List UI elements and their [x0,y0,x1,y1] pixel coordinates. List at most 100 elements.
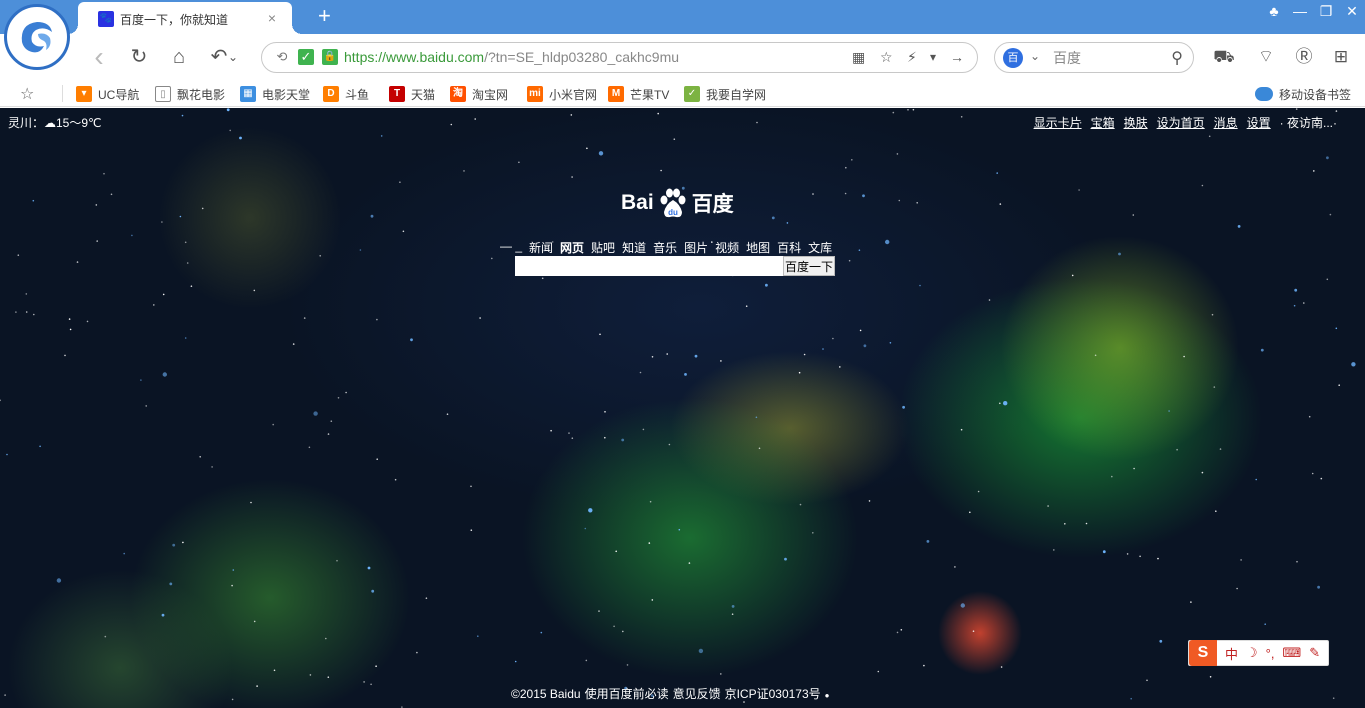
top-link[interactable]: 宝箱 [1091,114,1115,131]
tab-baidu[interactable]: 🐾 百度一下，你就知道 × [68,2,302,34]
nav-link[interactable]: 音乐 [653,239,677,256]
address-bar[interactable]: ⟲ ✓ 🔒 https://www.baidu.com/?tn=SE_hldp0… [261,42,978,73]
minimize-button[interactable]: — [1287,0,1313,24]
star [798,371,801,374]
car-icon[interactable]: ⛟ [1212,46,1236,68]
bookmarks-divider [62,85,63,102]
nav-link[interactable]: 图片 [684,239,708,256]
bookmark-item[interactable]: ✓ 我要自学网 [684,84,766,104]
star [923,664,925,667]
speed-mode-icon[interactable]: ⚡ [907,49,917,65]
ime-settings-icon[interactable]: ✎ [1309,645,1320,661]
footer-link[interactable]: 意见反馈 [673,687,721,701]
bookmark-label: 我要自学网 [706,87,767,102]
nav-link[interactable]: 知道 [622,239,646,256]
security-shield-icon[interactable]: Ⓡ [1292,46,1316,68]
star [1236,587,1238,590]
top-link[interactable]: 设为首页 [1157,114,1205,131]
qr-code-icon[interactable]: ▦ [852,49,865,65]
top-link[interactable]: 显示卡片 [1034,114,1082,131]
star [571,176,573,178]
weather-widget[interactable]: 灵川：☁15～9℃ [8,114,102,131]
star [96,240,98,242]
star [1111,475,1113,478]
star [336,559,338,562]
bookmark-item[interactable]: D 斗鱼 [323,84,369,104]
search-icon[interactable]: ⚲ [1171,48,1183,68]
restore-button[interactable]: ❐ [1313,0,1339,24]
bookmark-star-icon[interactable]: ☆ [880,49,893,65]
bookmark-favicon-icon: ▯ [155,86,171,102]
apps-grid-icon[interactable]: ⊞ [1329,46,1353,68]
close-window-button[interactable]: ✕ [1339,0,1365,24]
sogou-logo-icon[interactable]: S [1189,640,1217,666]
refresh-button[interactable]: ↻ [126,44,152,70]
star [1078,189,1080,191]
star [184,337,187,339]
star [907,109,909,111]
footer-link[interactable]: 京ICP证030173号 [725,687,821,701]
nav-link[interactable]: 新闻 [529,239,553,256]
undo-dropdown-icon[interactable]: ⌄ [226,44,240,70]
ime-moon-icon[interactable]: ☽ [1246,645,1258,661]
baidu-search-button[interactable]: 百度一下 [783,256,835,276]
bookmark-item[interactable]: 淘淘宝网 [450,84,508,104]
star [1102,550,1106,554]
nav-link[interactable]: — _ [500,239,522,256]
home-button[interactable]: ⌂ [166,44,192,70]
nav-link[interactable]: 贴吧 [591,239,615,256]
top-link-extra[interactable]: · 夜访南...· [1280,114,1337,131]
bookmark-item[interactable]: ▦ 电影天堂 [240,84,310,104]
star [25,293,28,295]
star [1146,679,1148,682]
nav-link[interactable]: 地图 [746,239,770,256]
star [571,437,574,440]
skin-icon[interactable]: ♣ [1261,0,1287,24]
police-badge-icon[interactable]: ● [825,691,830,700]
back-button[interactable]: ‹ [86,43,112,71]
baidu-search-input[interactable] [515,256,783,276]
bookmark-item[interactable]: ▾ UC导航 [76,84,139,104]
nav-link[interactable]: 视频 [715,239,739,256]
nav-link[interactable]: 文库 [808,239,832,256]
footer-link[interactable]: 使用百度前必读 [585,687,669,701]
wifi-icon[interactable]: ⌔ [1254,46,1278,68]
star [253,620,256,623]
star [731,613,734,615]
top-link[interactable]: 消息 [1214,114,1238,131]
tab-close-icon[interactable]: × [268,10,276,26]
search-input[interactable] [1053,48,1161,68]
star [76,261,79,263]
top-link[interactable]: 设置 [1247,114,1271,131]
ime-keyboard-icon[interactable]: ⌨ [1282,645,1301,661]
nav-link[interactable]: 百科 [777,239,801,256]
secure-lock-icon[interactable]: 🔒 [322,49,338,65]
url-text[interactable]: https://www.baidu.com/?tn=SE_hldp03280_c… [344,49,679,65]
star [585,659,588,662]
star [1003,401,1008,406]
nav-link[interactable]: 网页 [560,239,584,256]
bookmark-item[interactable]: ▯ 飘花电影 [155,84,225,104]
bookmark-item[interactable]: M 芒果TV [608,84,669,104]
top-link[interactable]: 换肤 [1124,114,1148,131]
engine-dropdown-icon[interactable]: ⌄ [1030,49,1040,63]
ime-punctuation-icon[interactable]: °, [1266,646,1275,661]
new-tab-button[interactable]: + [318,4,331,28]
ime-chinese-mode[interactable]: 中 [1225,644,1238,663]
page-info-icon[interactable]: ⟲ [274,49,290,65]
sogou-ime-toolbar[interactable]: S 中 ☽ °, ⌨ ✎ [1188,640,1329,666]
bookmark-item[interactable]: mi 小米官网 [527,84,597,104]
uc-browser-logo-icon[interactable] [4,4,70,70]
bookmarks-star-icon[interactable]: ☆ [20,84,34,104]
mobile-bookmarks-button[interactable]: 移动设备书签 [1254,84,1351,104]
bookmark-item[interactable]: T 天猫 [389,84,435,104]
star [474,118,477,120]
star [39,445,41,448]
star [1296,560,1298,563]
star [450,123,453,126]
star [570,114,573,116]
speed-mode-dropdown-icon[interactable]: ▾ [930,49,936,65]
star [1317,585,1320,589]
go-arrow-icon[interactable]: → [950,49,964,65]
baidu-engine-icon[interactable]: 百 [1003,48,1023,68]
